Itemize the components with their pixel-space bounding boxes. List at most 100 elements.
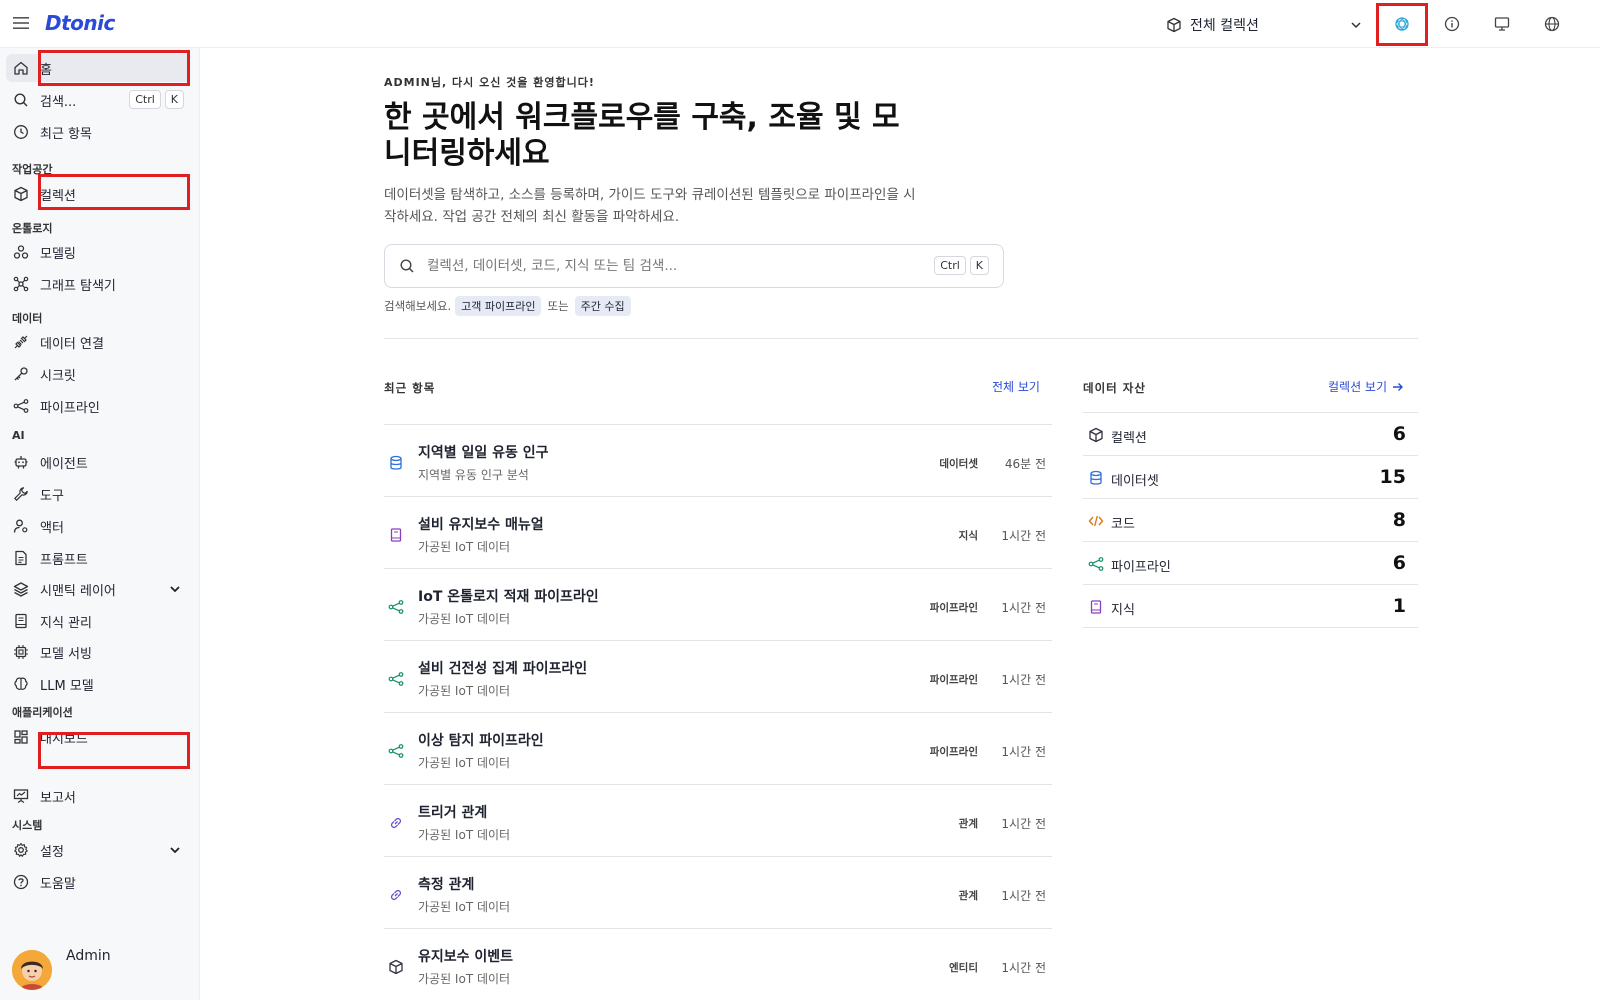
section-label-data: 데이터 [12,312,43,325]
list-item-subtitle: 가공된 IoT 데이터 [418,612,511,626]
view-all-link[interactable]: 전체 보기 [992,378,1040,395]
cube-icon [1089,427,1103,443]
pipeline-icon [388,744,404,758]
list-item[interactable]: 유지보수 이벤트 가공된 IoT 데이터 엔티티 1시간 전 [384,928,1052,1000]
list-item-type: 관계 [958,818,978,830]
list-item-title: 설비 유지보수 매뉴얼 [418,517,544,533]
sidebar-item-model-serving[interactable]: 모델 서빙 [6,638,190,666]
list-item-type: 파이프라인 [929,746,978,758]
list-item-title: IoT 온톨로지 적재 파이프라인 [418,589,599,605]
code-icon [1088,515,1104,527]
cube-icon [1167,17,1181,33]
user-profile[interactable]: Admin [12,948,111,990]
language-button[interactable] [1540,12,1564,36]
suggestion-chip[interactable]: 주간 수집 [574,296,631,316]
sidebar-item-actor[interactable]: 액터 [6,512,190,540]
sidebar-item-data-connection[interactable]: 데이터 연결 [6,328,190,356]
wrench-icon [14,487,28,501]
list-item[interactable]: 이상 탐지 파이프라인 가공된 IoT 데이터 파이프라인 1시간 전 [384,712,1052,784]
sidebar-item-secrets[interactable]: 시크릿 [6,360,190,388]
highlight-box-collection [38,174,190,210]
user-gear-icon [13,519,28,533]
asset-row[interactable]: 컬렉션 6 [1083,412,1418,456]
list-item-title: 지역별 일일 유동 인구 [418,445,549,461]
section-label-ai: AI [12,429,25,442]
list-item[interactable]: 측정 관계 가공된 IoT 데이터 관계 1시간 전 [384,856,1052,928]
recent-section-title: 최근 항목 [384,381,436,395]
collection-selector[interactable]: 전체 컬렉션 [1166,12,1364,38]
sidebar-item-tools[interactable]: 도구 [6,480,190,508]
asset-row[interactable]: 코드 8 [1083,498,1418,542]
list-item[interactable]: 지역별 일일 유동 인구 지역별 유동 인구 분석 데이터셋 46분 전 [384,424,1052,496]
welcome-message: ADMIN님, 다시 오신 것을 환영합니다! [384,76,595,89]
global-search[interactable]: Ctrl K [384,244,1004,288]
list-item-subtitle: 가공된 IoT 데이터 [418,540,511,554]
search-input[interactable] [427,258,907,274]
asset-count: 6 [1392,423,1406,445]
list-item-type: 지식 [958,530,978,542]
chip-icon [14,645,28,659]
list-item[interactable]: 설비 건전성 집계 파이프라인 가공된 IoT 데이터 파이프라인 1시간 전 [384,640,1052,712]
home-icon [14,61,28,75]
presentation-icon [13,789,29,803]
chevron-down-icon [1351,22,1361,29]
list-item-title: 측정 관계 [418,877,475,893]
list-item[interactable]: IoT 온톨로지 적재 파이프라인 가공된 IoT 데이터 파이프라인 1시간 … [384,568,1052,640]
sidebar-item-pipeline[interactable]: 파이프라인 [6,392,190,420]
app-logo[interactable]: Dtonic [45,11,115,35]
menu-icon[interactable] [12,14,30,32]
list-item[interactable]: 설비 유지보수 매뉴얼 가공된 IoT 데이터 지식 1시간 전 [384,496,1052,568]
asset-count: 15 [1379,466,1406,488]
sidebar-item-label: 지식 관리 [40,615,92,631]
list-item-type: 파이프라인 [929,674,978,686]
sidebar-item-knowledge[interactable]: 지식 관리 [6,607,190,635]
sidebar-item-label: LLM 모델 [40,678,94,694]
list-item-subtitle: 가공된 IoT 데이터 [418,756,511,770]
link-icon [391,890,401,900]
display-button[interactable] [1490,12,1514,36]
sidebar-item-llm-model[interactable]: LLM 모델 [6,670,190,698]
sidebar-item-search[interactable]: 검색... Ctrl K [6,86,190,114]
asset-count: 6 [1392,552,1406,574]
top-header: Dtonic 전체 컬렉션 [0,0,1600,48]
sidebar-item-recent[interactable]: 최근 항목 [6,118,190,146]
avatar[interactable] [12,950,52,990]
sidebar-item-label: 시크릿 [40,368,76,384]
list-item-title: 설비 건전성 집계 파이프라인 [418,661,588,677]
page-description: 데이터셋을 탐색하고, 소스를 등록하며, 가이드 도구와 큐레이션된 템플릿으… [384,187,916,225]
gear-icon [14,842,28,857]
sidebar-item-graph-explorer[interactable]: 그래프 탐색기 [6,270,190,298]
pipeline-icon [1088,557,1104,571]
sidebar-item-modeling[interactable]: 모델링 [6,238,190,266]
view-collections-link[interactable]: 컬렉션 보기 [1328,378,1405,395]
list-item-time: 1시간 전 [1001,961,1046,975]
asset-row[interactable]: 지식 1 [1083,584,1418,628]
search-shortcut: Ctrl K [129,90,184,109]
sidebar-item-report[interactable]: 보고서 [6,782,190,810]
sidebar-item-label: 도구 [40,488,64,504]
asset-row[interactable]: 데이터셋 15 [1083,455,1418,499]
kbd-ctrl: Ctrl [129,90,161,109]
sidebar-item-semantic-layer[interactable]: 시맨틱 레이어 [6,575,190,603]
list-item-time: 46분 전 [1004,457,1046,471]
asset-row[interactable]: 파이프라인 6 [1083,541,1418,585]
list-item[interactable]: 트리거 관계 가공된 IoT 데이터 관계 1시간 전 [384,784,1052,856]
globe-icon [1544,16,1560,32]
sidebar-item-label: 보고서 [40,790,76,806]
asset-name: 파이프라인 [1111,560,1171,575]
suggestion-chip[interactable]: 고객 파이프라인 [455,296,542,316]
asset-count: 8 [1392,509,1406,531]
list-item-time: 1시간 전 [1001,745,1046,759]
list-item-type: 관계 [958,890,978,902]
sidebar-item-prompt[interactable]: 프롬프트 [6,544,190,572]
sidebar-item-help[interactable]: 도움말 [6,868,190,896]
sidebar-item-agent[interactable]: 에이전트 [6,448,190,476]
book-icon [390,528,402,542]
highlight-box-ontology [1376,3,1428,46]
sidebar-item-label: 최근 항목 [40,126,92,142]
sidebar-item-label: 액터 [40,520,64,536]
section-label-ontology: 온톨로지 [12,222,53,235]
sidebar-item-settings[interactable]: 설정 [6,836,190,864]
info-button[interactable] [1440,12,1464,36]
plug-icon [14,335,28,349]
